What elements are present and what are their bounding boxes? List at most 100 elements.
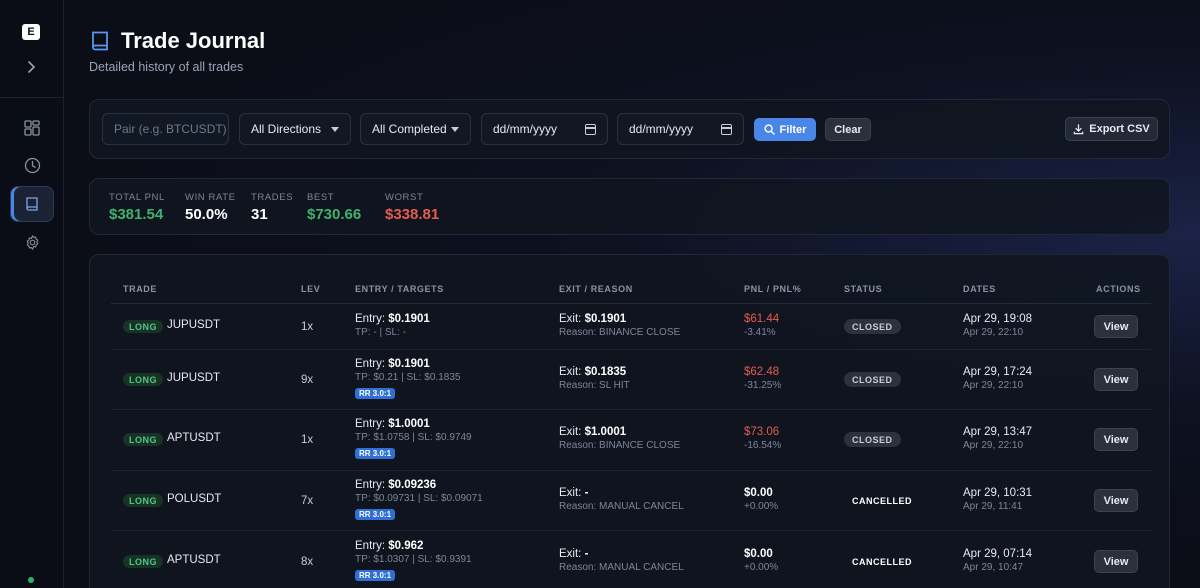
stat-value: 31 <box>251 206 268 223</box>
table-row[interactable]: LONG JUPUSDT 9x Entry: $0.1901 TP: $0.21… <box>111 350 1151 410</box>
view-button[interactable]: View <box>1094 428 1138 451</box>
date-from-placeholder: dd/mm/yyyy <box>493 122 558 136</box>
date-to-input[interactable]: dd/mm/yyyy <box>617 113 744 145</box>
stat-trades: TRADES 31 <box>251 192 293 223</box>
direction-badge: LONG <box>123 494 163 507</box>
pnl-value: $0.00 <box>744 548 773 560</box>
pnl-cell: $0.00 +0.00% <box>744 487 778 512</box>
view-button[interactable]: View <box>1094 368 1138 391</box>
entry-price: $1.0001 <box>388 418 430 430</box>
nav-history[interactable] <box>10 147 54 183</box>
export-csv-button[interactable]: Export CSV <box>1065 117 1158 141</box>
filter-bar: Pair (e.g. BTCUSDT) All Directions All C… <box>89 99 1170 159</box>
pnl-cell: $62.48 -31.25% <box>744 366 781 391</box>
trade-pair: JUPUSDT <box>167 319 221 331</box>
leverage: 1x <box>301 321 314 333</box>
date-from-input[interactable]: dd/mm/yyyy <box>481 113 608 145</box>
entry-price: $0.09236 <box>388 479 437 491</box>
status-badge: CANCELLED <box>852 556 912 567</box>
nav-journal[interactable] <box>10 186 54 222</box>
table-row[interactable]: LONG JUPUSDT 1x Entry: $0.1901 TP: - | S… <box>111 304 1151 350</box>
stat-value: 50.0% <box>185 206 228 223</box>
trade-pair: JUPUSDT <box>167 372 221 384</box>
page-subtitle: Detailed history of all trades <box>89 60 244 74</box>
entry-price: $0.1901 <box>388 313 430 325</box>
exit-cell: Exit: - Reason: MANUAL CANCEL <box>559 548 684 573</box>
logo-icon[interactable]: E <box>22 24 40 40</box>
exit-cell: Exit: $1.0001 Reason: BINANCE CLOSE <box>559 426 680 451</box>
date-closed: Apr 29, 22:10 <box>963 380 1024 391</box>
targets: TP: $1.0307 | SL: $0.9391 <box>355 554 472 565</box>
column-header-lev: LEV <box>301 284 321 294</box>
exit-price: - <box>584 487 589 499</box>
risk-reward-badge: RR 3.0:1 <box>355 509 396 520</box>
pnl-value: $73.06 <box>744 426 780 438</box>
pair-search-input[interactable]: Pair (e.g. BTCUSDT) <box>102 113 229 145</box>
exit-prefix: Exit: <box>559 313 585 325</box>
exit-cell: Exit: $0.1901 Reason: BINANCE CLOSE <box>559 313 680 338</box>
exit-reason: Reason: BINANCE CLOSE <box>559 440 681 451</box>
sidebar: E <box>0 0 64 588</box>
exit-prefix: Exit: <box>559 548 585 560</box>
exit-prefix: Exit: <box>559 426 585 438</box>
exit-price: $0.1835 <box>584 366 627 378</box>
direction-badge: LONG <box>123 320 163 333</box>
column-header-actions: ACTIONS <box>1096 284 1141 294</box>
view-button[interactable]: View <box>1094 489 1138 512</box>
targets: TP: - | SL: - <box>355 327 406 338</box>
filter-button[interactable]: Filter <box>754 118 816 141</box>
dashboard-icon <box>24 120 40 136</box>
search-icon <box>763 124 775 135</box>
entry-cell: Entry: $0.1901 TP: $0.21 | SL: $0.1835 R… <box>355 358 460 401</box>
leverage: 1x <box>301 434 314 446</box>
exit-reason: Reason: MANUAL CANCEL <box>559 562 684 573</box>
chevron-down-icon <box>331 127 339 132</box>
entry-prefix: Entry: <box>355 540 389 552</box>
entry-cell: Entry: $0.09236 TP: $0.09731 | SL: $0.09… <box>355 479 483 522</box>
connection-status-dot <box>28 577 34 583</box>
date-closed: Apr 29, 10:47 <box>963 562 1024 573</box>
direction-select-value: All Directions <box>251 122 322 136</box>
direction-badge: LONG <box>123 555 163 568</box>
nav-dashboard[interactable] <box>10 110 54 146</box>
status-select-value: All Completed <box>372 122 447 136</box>
pair-search-placeholder: Pair (e.g. BTCUSDT) <box>114 122 227 136</box>
stat-worst: WORST $338.81 <box>385 192 439 223</box>
column-header-status: STATUS <box>844 284 883 294</box>
trades-table: TRADE LEV ENTRY / TARGETS EXIT / REASON … <box>89 254 1170 588</box>
entry-prefix: Entry: <box>355 418 389 430</box>
risk-reward-badge: RR 3.0:1 <box>355 388 396 399</box>
table-row[interactable]: LONG POLUSDT 7x Entry: $0.09236 TP: $0.0… <box>111 471 1151 531</box>
date-opened: Apr 29, 07:14 <box>963 548 1033 560</box>
date-opened: Apr 29, 19:08 <box>963 313 1033 325</box>
stat-label: BEST <box>307 192 335 203</box>
table-row[interactable]: LONG APTUSDT 8x Entry: $0.962 TP: $1.030… <box>111 531 1151 588</box>
expand-sidebar-button[interactable] <box>20 56 42 78</box>
pnl-value: $0.00 <box>744 487 773 499</box>
entry-cell: Entry: $1.0001 TP: $1.0758 | SL: $0.9749… <box>355 418 472 461</box>
pnl-percent: -16.54% <box>744 440 782 451</box>
calendar-icon[interactable] <box>721 124 732 135</box>
targets: TP: $1.0758 | SL: $0.9749 <box>355 432 472 443</box>
stat-total-pnl: TOTAL PNL $381.54 <box>109 192 165 223</box>
exit-reason: Reason: BINANCE CLOSE <box>559 327 681 338</box>
chevron-right-icon <box>28 61 36 73</box>
clear-button[interactable]: Clear <box>825 118 871 141</box>
view-button[interactable]: View <box>1094 550 1138 573</box>
trade-pair: APTUSDT <box>167 554 221 566</box>
view-button[interactable]: View <box>1094 315 1138 338</box>
date-to-placeholder: dd/mm/yyyy <box>629 122 694 136</box>
direction-badge: LONG <box>123 433 163 446</box>
entry-cell: Entry: $0.1901 TP: - | SL: - <box>355 313 430 338</box>
status-select[interactable]: All Completed <box>360 113 471 145</box>
stat-win-rate: WIN RATE 50.0% <box>185 192 236 223</box>
table-row[interactable]: LONG APTUSDT 1x Entry: $1.0001 TP: $1.07… <box>111 410 1151 471</box>
chevron-down-icon <box>451 127 459 132</box>
gear-icon <box>26 234 38 250</box>
calendar-icon[interactable] <box>585 124 596 135</box>
exit-prefix: Exit: <box>559 366 585 378</box>
pnl-percent: -3.41% <box>744 327 776 338</box>
trade-pair: POLUSDT <box>167 493 222 505</box>
nav-settings[interactable] <box>10 224 54 260</box>
direction-select[interactable]: All Directions <box>239 113 351 145</box>
